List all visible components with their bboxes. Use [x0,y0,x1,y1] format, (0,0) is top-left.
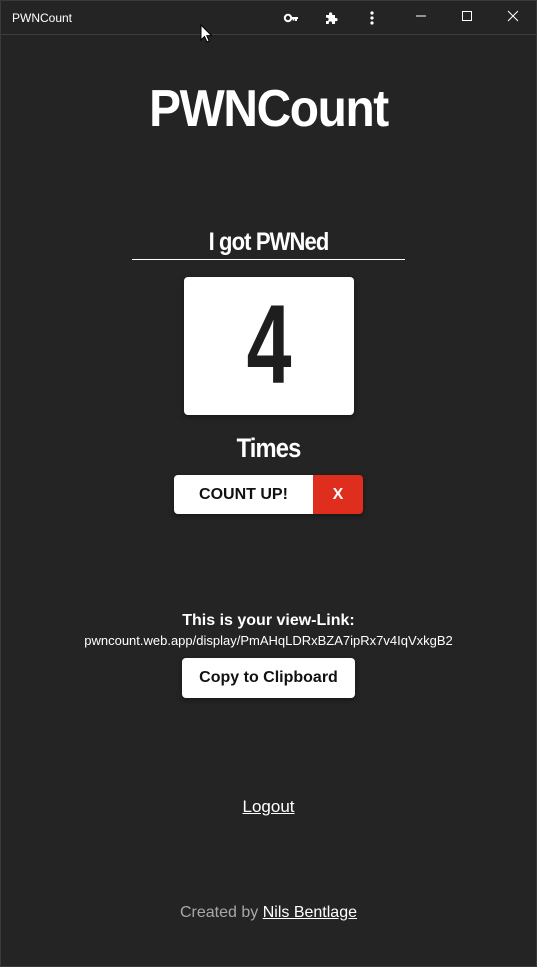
maximize-button[interactable] [454,5,480,27]
maximize-icon [462,11,472,21]
minimize-button[interactable] [408,5,434,27]
logout-link[interactable]: Logout [243,797,295,816]
close-button[interactable] [500,5,526,27]
author-link[interactable]: Nils Bentlage [263,904,357,921]
title-bar: PWNCount [1,1,536,35]
more-vertical-icon[interactable] [363,9,381,27]
counter-card: 4 [184,277,354,415]
footer-prefix: Created by [180,904,259,921]
view-link-url: pwncount.web.app/display/PmAHqLDRxBZA7ip… [84,633,453,648]
count-up-button[interactable]: COUNT UP! [174,475,313,514]
footer: Created by Nils Bentlage [1,904,536,922]
puzzle-icon[interactable] [323,9,341,27]
close-icon [507,10,519,22]
app-window: PWNCount PWNCount I got PWNed 4 Times CO… [0,0,537,967]
counter-value: 4 [246,282,292,407]
window-title: PWNCount [12,11,73,25]
times-label: Times [236,433,302,463]
key-icon[interactable] [282,9,300,27]
mouse-cursor-icon [200,23,214,49]
minimize-icon [416,15,426,17]
counter-label-underline [132,259,405,260]
copy-to-clipboard-button[interactable]: Copy to Clipboard [182,658,355,698]
app-heading: PWNCount [149,80,389,138]
reset-button[interactable]: X [313,475,363,514]
counter-controls: COUNT UP! X [174,475,363,514]
counter-label: I got PWNed [208,228,330,256]
view-link-heading: This is your view-Link: [182,612,355,629]
logout-container: Logout [1,797,536,817]
